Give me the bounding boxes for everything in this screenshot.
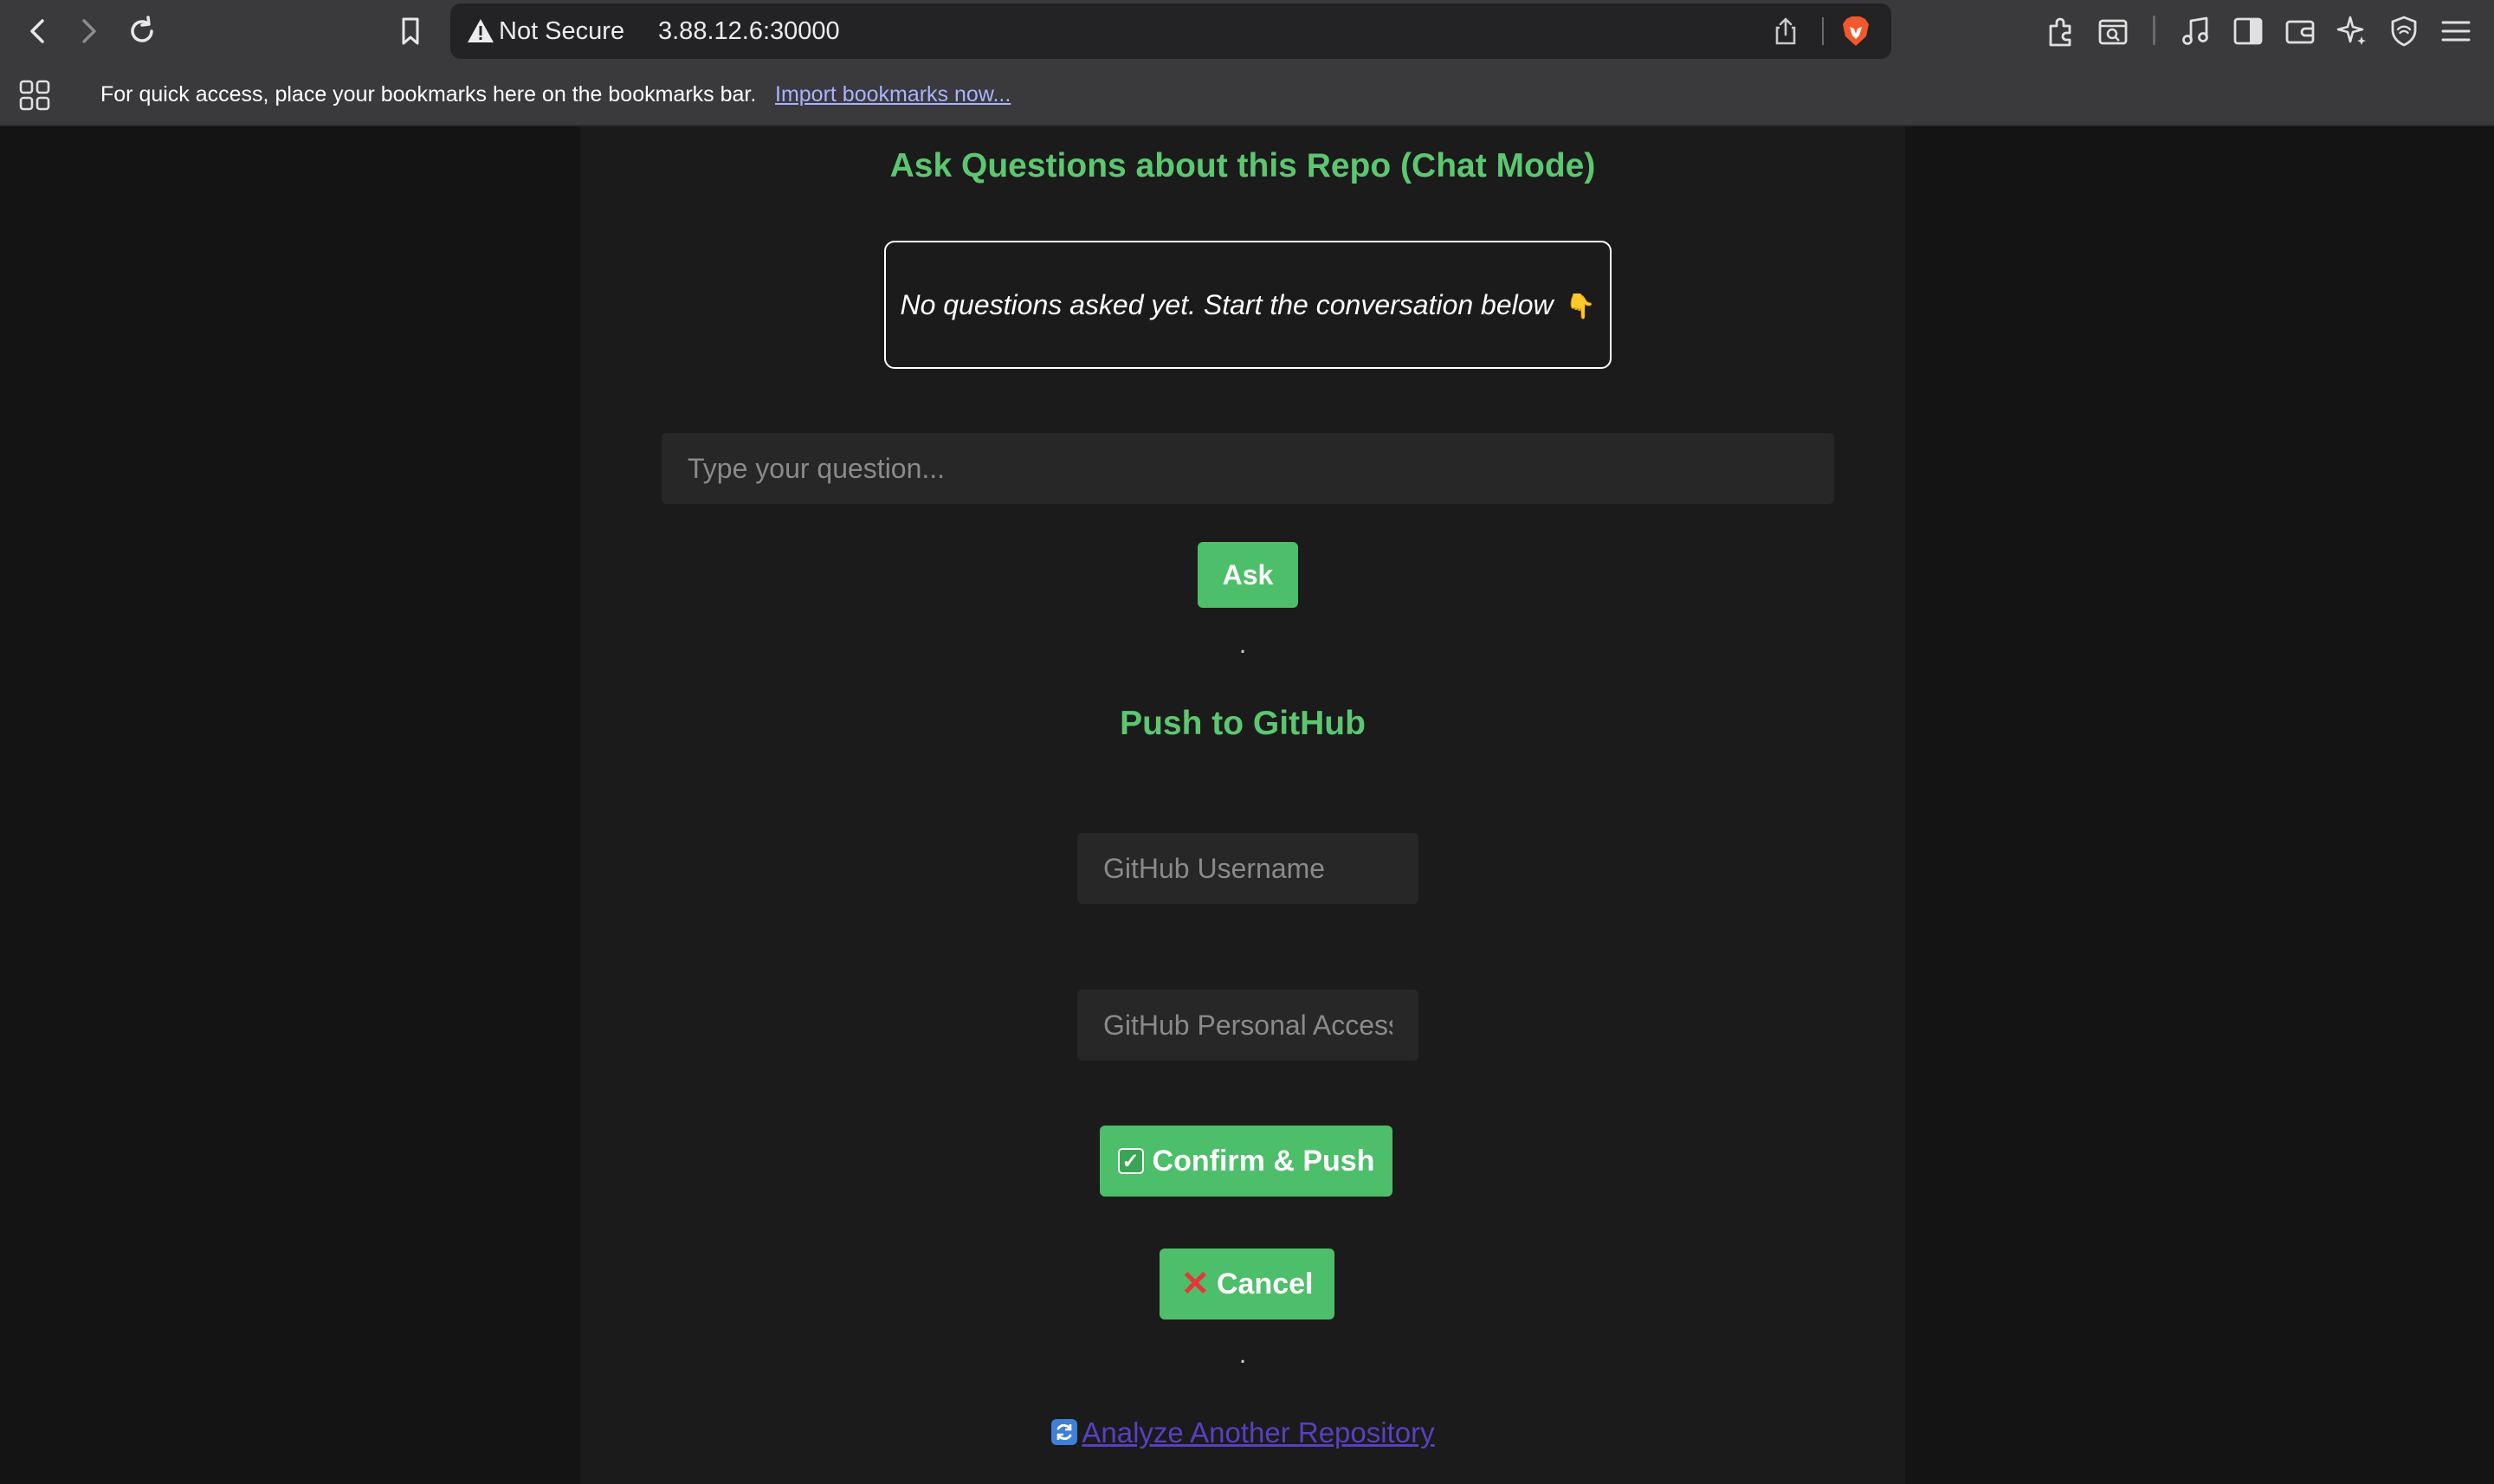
analyze-another-section: Analyze Another Repository [580, 1416, 1905, 1449]
cancel-button[interactable]: ✕ Cancel [1160, 1248, 1334, 1319]
address-bar[interactable]: Not Secure 3.88.12.6:30000 [450, 3, 1891, 59]
cross-mark-icon: ✕ [1180, 1265, 1210, 1303]
ask-button[interactable]: Ask [1198, 542, 1298, 608]
bookmarks-bar: For quick access, place your bookmarks h… [0, 62, 2494, 126]
push-section-title: Push to GitHub [1120, 705, 1366, 742]
media-icon[interactable] [2179, 14, 2213, 48]
question-input[interactable] [662, 433, 1834, 504]
warning-icon [468, 19, 494, 42]
forward-button[interactable] [69, 12, 107, 50]
chevron-left-icon [30, 19, 44, 43]
toolbar-divider [2153, 16, 2155, 45]
reload-icon [131, 16, 153, 42]
extensions-icon[interactable] [2044, 14, 2078, 48]
bookmark-icon [402, 17, 419, 45]
page-body: Ask Questions about this Repo (Chat Mode… [0, 126, 2494, 1484]
chevron-right-icon [82, 19, 96, 43]
divider [1822, 17, 1824, 45]
analyze-another-repo-link[interactable]: Analyze Another Repository [1082, 1416, 1434, 1449]
separator: . [1238, 630, 1247, 659]
pointing-down-icon: 👇 [1565, 292, 1596, 319]
refresh-icon [1051, 1419, 1078, 1445]
import-bookmarks-link[interactable]: Import bookmarks now... [775, 62, 1011, 126]
back-button[interactable] [19, 12, 57, 50]
main-container: Ask Questions about this Repo (Chat Mode… [580, 126, 1905, 1484]
bookmarks-bar-message: For quick access, place your bookmarks h… [100, 82, 757, 106]
url-text[interactable]: 3.88.12.6:30000 [658, 3, 840, 59]
reload-button[interactable] [123, 12, 161, 50]
chat-history: No questions asked yet. Start the conver… [884, 241, 1612, 369]
vpn-shield-icon[interactable] [2387, 14, 2421, 48]
menu-icon[interactable] [2439, 14, 2473, 48]
check-mark-icon: ✓ [1117, 1148, 1144, 1174]
brave-shields-icon[interactable] [1839, 14, 1872, 48]
leo-ai-icon[interactable] [2335, 14, 2369, 48]
apps-grid-icon[interactable] [19, 80, 50, 111]
confirm-push-label: Confirm & Push [1152, 1144, 1375, 1178]
security-status[interactable]: Not Secure [499, 3, 624, 59]
bookmark-button[interactable] [391, 12, 430, 50]
reader-mode-icon[interactable] [2096, 14, 2130, 48]
sidebar-icon[interactable] [2231, 14, 2265, 48]
github-token-input[interactable] [1077, 990, 1418, 1061]
separator: . [1238, 1340, 1247, 1369]
confirm-push-button[interactable]: ✓ Confirm & Push [1100, 1126, 1392, 1197]
chat-empty-message: No questions asked yet. Start the conver… [900, 288, 1596, 320]
cancel-label: Cancel [1217, 1267, 1314, 1300]
share-icon[interactable] [1770, 16, 1801, 47]
wallet-icon[interactable] [2283, 14, 2317, 48]
browser-toolbar: Not Secure 3.88.12.6:30000 [0, 0, 2494, 62]
chat-section-title: Ask Questions about this Repo (Chat Mode… [889, 147, 1596, 184]
github-username-input[interactable] [1077, 833, 1418, 904]
